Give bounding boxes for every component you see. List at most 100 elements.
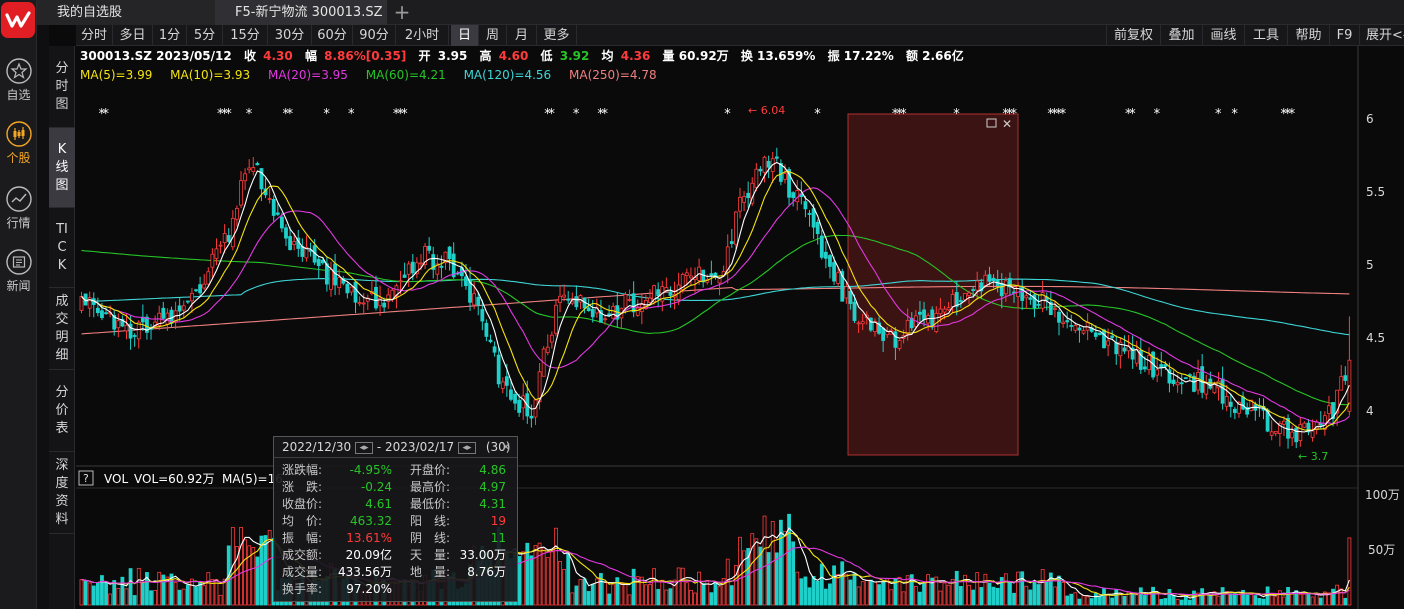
- stats-value: -4.95%: [349, 463, 392, 477]
- tab-tick[interactable]: TICK: [49, 208, 75, 288]
- volume-bar: [554, 527, 558, 606]
- rail-item-market[interactable]: 行情: [0, 186, 37, 231]
- period-button-active[interactable]: 日: [451, 25, 479, 46]
- volume-bar: [1265, 586, 1270, 606]
- tab-timeshare[interactable]: 分时图: [49, 46, 75, 128]
- help-button[interactable]: 帮助: [1287, 25, 1329, 46]
- candle-body: [611, 306, 616, 319]
- volume-bar: [251, 546, 256, 606]
- tab-stock-300013[interactable]: F5-新宁物流 300013.SZ: [215, 0, 387, 25]
- news-icon: [5, 249, 32, 275]
- candle-body: [1110, 335, 1115, 338]
- candle-body: [398, 280, 403, 283]
- range-end-stepper-icon[interactable]: ◂▸: [458, 441, 476, 454]
- draw-button[interactable]: 画线: [1202, 25, 1244, 46]
- period-button[interactable]: 15分: [223, 25, 268, 46]
- expand-button[interactable]: 展开<--: [1359, 25, 1404, 46]
- volume-bar: [611, 584, 616, 606]
- candle-body: [243, 173, 248, 182]
- volume-bar: [198, 582, 203, 606]
- volume-bar: [1081, 595, 1086, 606]
- volume-bar: [1102, 588, 1106, 606]
- tab-price-table[interactable]: 分价表: [49, 370, 75, 452]
- stats-label: 地 量:: [410, 565, 451, 579]
- candle-body: [410, 261, 415, 274]
- stats-label: 阴 线:: [410, 531, 451, 545]
- candle-body: [922, 309, 926, 320]
- star-icon: [5, 58, 32, 84]
- candle-body: [836, 272, 841, 284]
- volume-bar: [684, 582, 689, 606]
- stats-row: 换手率: 97.20%: [274, 581, 517, 598]
- candle-body: [288, 236, 292, 250]
- stats-value: 433.56万: [338, 565, 392, 579]
- candle-body: [513, 393, 517, 404]
- candle-body: [79, 296, 84, 311]
- rail-item-stock[interactable]: 个股: [0, 121, 37, 166]
- volume-bar: [1310, 596, 1315, 606]
- rail-item-watchlist[interactable]: 自选: [0, 58, 37, 103]
- volume-bar: [124, 588, 129, 606]
- period-button[interactable]: 分时: [76, 25, 113, 46]
- amplitude-value: 振 17.22%: [828, 48, 894, 63]
- candle-body: [656, 289, 661, 296]
- volume-bar: [1339, 588, 1344, 606]
- period-button[interactable]: 90分: [353, 25, 396, 46]
- candle-body: [247, 167, 252, 171]
- candle-body: [574, 296, 579, 308]
- tab-kline[interactable]: K线图: [49, 128, 75, 208]
- volume-bar: [1143, 595, 1147, 606]
- app-logo[interactable]: [1, 2, 35, 38]
- volume-bar: [905, 575, 910, 606]
- add-tab-icon[interactable]: +: [389, 0, 415, 25]
- close-icon[interactable]: ✕: [501, 437, 511, 458]
- tab-deep-info[interactable]: 深度资料: [49, 452, 75, 534]
- tools-button[interactable]: 工具: [1244, 25, 1287, 46]
- volume-bar: [1261, 598, 1266, 606]
- volume-bar: [1318, 597, 1323, 606]
- stats-label: 成交额:: [282, 548, 323, 562]
- tab-watchlist[interactable]: 我的自选股: [37, 0, 215, 25]
- adjust-button[interactable]: 前复权: [1106, 25, 1160, 46]
- tab-trade-detail[interactable]: 成交明细: [49, 288, 75, 370]
- period-button[interactable]: 5分: [187, 25, 223, 46]
- volume-bar: [190, 578, 194, 606]
- candle-body: [1228, 401, 1233, 407]
- period-button[interactable]: 更多: [537, 25, 577, 46]
- volume-bar: [958, 586, 963, 606]
- volume-bar: [181, 588, 186, 606]
- volume-bar: [922, 582, 926, 606]
- period-button[interactable]: 2小时: [396, 25, 449, 46]
- vol-label: VOL: [104, 472, 128, 486]
- period-button[interactable]: 30分: [268, 25, 312, 46]
- price-tick: 5: [1366, 258, 1374, 272]
- stats-row: 涨跌幅: -4.95% 开盘价: 4.86: [274, 462, 517, 479]
- period-button[interactable]: 60分: [312, 25, 353, 46]
- candle-body: [1273, 430, 1278, 434]
- volume-bar: [590, 583, 595, 606]
- amount-value: 额 2.66亿: [906, 48, 964, 63]
- period-button[interactable]: 月: [507, 25, 537, 46]
- volume-bar: [1249, 594, 1254, 606]
- signal-marker: *: [548, 107, 555, 122]
- overlay-button[interactable]: 叠加: [1160, 25, 1202, 46]
- stats-value: 4.97: [479, 480, 506, 494]
- candle-body: [292, 241, 297, 246]
- volume-bar: [529, 555, 534, 606]
- rail-item-news[interactable]: 新闻: [0, 249, 37, 294]
- candle-body: [549, 334, 554, 343]
- candle-body: [95, 307, 100, 314]
- candle-body: [1081, 330, 1086, 334]
- f9-button[interactable]: F9: [1329, 25, 1359, 46]
- volume-bar: [619, 582, 624, 606]
- period-button[interactable]: 周: [479, 25, 507, 46]
- period-button[interactable]: 多日: [113, 25, 153, 46]
- candle-body: [271, 198, 276, 216]
- volume-bar: [83, 580, 88, 606]
- candle-body: [496, 354, 501, 385]
- period-button[interactable]: 1分: [153, 25, 187, 46]
- candle-body: [1073, 325, 1078, 331]
- range-start: 2022/12/30: [282, 440, 352, 454]
- range-start-stepper-icon[interactable]: ◂▸: [355, 441, 373, 454]
- candle-body: [161, 307, 166, 319]
